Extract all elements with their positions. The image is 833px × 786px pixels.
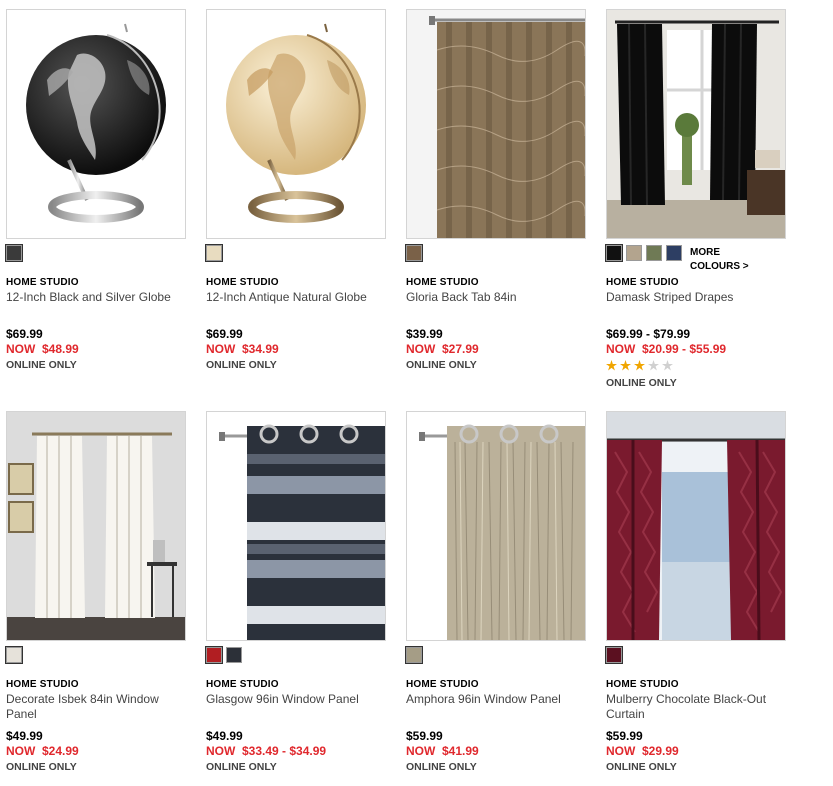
regular-price: $69.99 bbox=[206, 327, 243, 341]
color-swatch[interactable] bbox=[205, 646, 223, 664]
product-card[interactable]: MORE COLOURS > HOME STUDIO Damask Stripe… bbox=[605, 9, 786, 389]
star-filled-icon bbox=[620, 360, 631, 371]
color-swatch[interactable] bbox=[405, 646, 423, 664]
color-swatch[interactable] bbox=[605, 244, 623, 262]
product-image-curtain-mulberry[interactable] bbox=[606, 411, 786, 641]
regular-price: $59.99 bbox=[406, 729, 443, 743]
color-swatch[interactable] bbox=[5, 244, 23, 262]
regular-price: $69.99 - $79.99 bbox=[606, 327, 691, 341]
sale-price: NOW $29.99 bbox=[606, 744, 679, 758]
product-name-link[interactable]: Damask Striped Drapes bbox=[606, 290, 786, 305]
product-image-globe-black[interactable] bbox=[6, 9, 186, 239]
product-brand: HOME STUDIO bbox=[606, 679, 679, 690]
color-swatch[interactable] bbox=[226, 647, 242, 663]
product-brand: HOME STUDIO bbox=[6, 277, 79, 288]
availability-label: ONLINE ONLY bbox=[6, 359, 77, 371]
sale-price: NOW $41.99 bbox=[406, 744, 479, 758]
product-name-link[interactable]: Glasgow 96in Window Panel bbox=[206, 692, 386, 707]
product-image-curtain-gloria[interactable] bbox=[406, 9, 586, 239]
product-image-globe-antique[interactable] bbox=[206, 9, 386, 239]
availability-label: ONLINE ONLY bbox=[406, 761, 477, 773]
product-card[interactable]: HOME STUDIO Amphora 96in Window Panel $5… bbox=[405, 411, 586, 773]
availability-label: ONLINE ONLY bbox=[606, 377, 677, 389]
product-brand: HOME STUDIO bbox=[206, 277, 279, 288]
sale-price: NOW $33.49 - $34.99 bbox=[206, 744, 327, 758]
product-name-link[interactable]: Gloria Back Tab 84in bbox=[406, 290, 586, 305]
product-card[interactable]: HOME STUDIO 12-Inch Antique Natural Glob… bbox=[205, 9, 386, 371]
color-swatch[interactable] bbox=[405, 244, 423, 262]
availability-label: ONLINE ONLY bbox=[206, 359, 277, 371]
color-swatch[interactable] bbox=[626, 245, 642, 261]
product-brand: HOME STUDIO bbox=[406, 679, 479, 690]
product-card[interactable]: HOME STUDIO Gloria Back Tab 84in $39.99 … bbox=[405, 9, 586, 371]
regular-price: $49.99 bbox=[6, 729, 43, 743]
regular-price: $39.99 bbox=[406, 327, 443, 341]
product-card[interactable]: HOME STUDIO Mulberry Chocolate Black-Out… bbox=[605, 411, 786, 773]
product-image-curtain-white[interactable] bbox=[6, 411, 186, 641]
sale-price: NOW $20.99 - $55.99 bbox=[606, 342, 727, 356]
color-swatches bbox=[605, 244, 682, 262]
product-image-drapes-black[interactable] bbox=[606, 9, 786, 239]
color-swatch[interactable] bbox=[646, 245, 662, 261]
color-swatch[interactable] bbox=[666, 245, 682, 261]
regular-price: $59.99 bbox=[606, 729, 643, 743]
color-swatches bbox=[5, 244, 23, 262]
product-brand: HOME STUDIO bbox=[6, 679, 79, 690]
product-brand: HOME STUDIO bbox=[606, 277, 679, 288]
color-swatches bbox=[205, 244, 223, 262]
star-filled-icon bbox=[634, 360, 645, 371]
color-swatches bbox=[405, 646, 423, 664]
more-colours-link[interactable]: MORE COLOURS > bbox=[690, 246, 749, 274]
product-name-link[interactable]: Mulberry Chocolate Black-Out Curtain bbox=[606, 692, 786, 722]
product-brand: HOME STUDIO bbox=[206, 679, 279, 690]
product-card[interactable]: HOME STUDIO 12-Inch Black and Silver Glo… bbox=[5, 9, 186, 371]
sale-price: NOW $34.99 bbox=[206, 342, 279, 356]
star-filled-icon bbox=[606, 360, 617, 371]
availability-label: ONLINE ONLY bbox=[6, 761, 77, 773]
color-swatch[interactable] bbox=[5, 646, 23, 664]
product-name-link[interactable]: Amphora 96in Window Panel bbox=[406, 692, 586, 707]
color-swatch[interactable] bbox=[605, 646, 623, 664]
availability-label: ONLINE ONLY bbox=[606, 761, 677, 773]
sale-price: NOW $27.99 bbox=[406, 342, 479, 356]
color-swatch[interactable] bbox=[205, 244, 223, 262]
regular-price: $69.99 bbox=[6, 327, 43, 341]
product-name-link[interactable]: 12-Inch Black and Silver Globe bbox=[6, 290, 186, 305]
availability-label: ONLINE ONLY bbox=[206, 761, 277, 773]
star-empty-icon bbox=[648, 360, 659, 371]
availability-label: ONLINE ONLY bbox=[406, 359, 477, 371]
sale-price: NOW $48.99 bbox=[6, 342, 79, 356]
product-brand: HOME STUDIO bbox=[406, 277, 479, 288]
product-name-link[interactable]: 12-Inch Antique Natural Globe bbox=[206, 290, 386, 305]
product-name-link[interactable]: Decorate Isbek 84in Window Panel bbox=[6, 692, 186, 722]
color-swatches bbox=[405, 244, 423, 262]
regular-price: $49.99 bbox=[206, 729, 243, 743]
color-swatches bbox=[205, 646, 242, 664]
color-swatches bbox=[605, 646, 623, 664]
star-rating bbox=[606, 360, 673, 371]
product-image-curtain-glasgow[interactable] bbox=[206, 411, 386, 641]
product-image-curtain-amphora[interactable] bbox=[406, 411, 586, 641]
product-card[interactable]: HOME STUDIO Glasgow 96in Window Panel $4… bbox=[205, 411, 386, 773]
product-card[interactable]: HOME STUDIO Decorate Isbek 84in Window P… bbox=[5, 411, 186, 773]
sale-price: NOW $24.99 bbox=[6, 744, 79, 758]
star-empty-icon bbox=[662, 360, 673, 371]
color-swatches bbox=[5, 646, 23, 664]
